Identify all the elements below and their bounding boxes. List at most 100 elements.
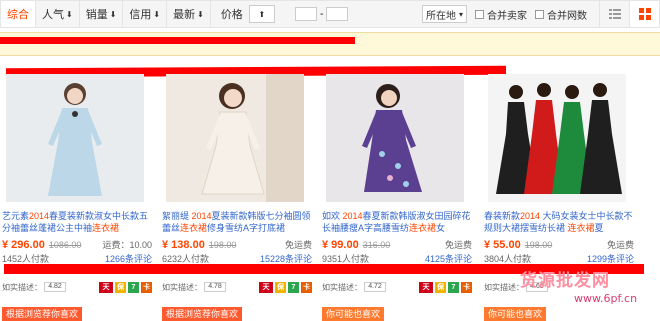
guarantee-icon[interactable]: 保 [275, 281, 286, 293]
merge-sellers-option[interactable]: 合并卖家 [475, 7, 527, 22]
price-row: ¥ 99.00 316.00 免运费 [322, 238, 472, 251]
list-view-icon [608, 9, 621, 19]
watermark-url: www.6pf.cn [574, 292, 638, 305]
product-image[interactable] [488, 74, 626, 202]
product-image[interactable] [6, 74, 144, 202]
shipping-fee: 免运费 [444, 240, 472, 250]
review-count-link[interactable]: 1299条评论 [587, 252, 634, 264]
sort-newest[interactable]: 最新 ⬇ [167, 1, 211, 27]
product-title[interactable]: 如欢 2014春夏新款韩版淑女田园碎花长袖腰瘦A字高腰雪纺连衣裙女 [322, 210, 472, 234]
price-row: ¥ 296.00 1086.00 运费：10.00 [2, 238, 152, 251]
product-photo [166, 74, 304, 202]
recommend-tag[interactable]: 根据浏览荐你喜欢 [2, 307, 83, 321]
title-text: 艺元素 [2, 211, 30, 221]
location-label: 所在地 [425, 10, 456, 22]
product-image[interactable] [326, 74, 464, 202]
credit-card-icon[interactable]: 卡 [301, 281, 312, 293]
sales-count: 1452人付款 [2, 254, 50, 264]
price-label: 价格 [220, 9, 243, 21]
sales-row: 6232人付款 15228条评论 [162, 252, 312, 264]
review-count-link[interactable]: 15228条评论 [260, 252, 312, 264]
sales-row: 9351人付款 4125条评论 [322, 252, 472, 264]
original-price: 198.00 [208, 240, 237, 250]
product-title[interactable]: 春装新款2014 大码女装女士中长款不规则大裙摆雪纺长裙 连衣裙夏 [484, 210, 634, 234]
sort-toolbar: 综合 人气 ⬇ 销量 ⬇ 信用 ⬇ 最新 ⬇ 价格 ⬆ - 所在地 ▾ 合并卖家 合并网数 [0, 0, 660, 28]
product-title[interactable]: 艺元素2014春夏装新款淑女中长款五分袖蕾丝蓬裙公主中袖连衣裙 [2, 210, 152, 234]
sort-label: 人气 [42, 9, 64, 21]
rating-label: 如实描述： [2, 282, 42, 292]
rating-label: 如实描述： [162, 282, 202, 292]
badges-row: 如实描述： 4.78 天 保 7 卡 [162, 280, 312, 294]
credit-card-icon[interactable]: 卡 [461, 281, 472, 293]
merge-stores-option[interactable]: 合并网数 [535, 7, 587, 22]
product-photo [6, 74, 144, 202]
price: ¥ 296.00 [2, 239, 45, 251]
watermark-logo: 货源批发网 [520, 271, 610, 291]
recommend-tag[interactable]: 根据浏览荐你喜欢 [162, 307, 243, 321]
tmall-icon[interactable]: 天 [99, 281, 113, 293]
chevron-down-icon: ▾ [458, 9, 463, 19]
product-image[interactable] [166, 74, 304, 202]
seven-day-return-icon[interactable]: 7 [128, 281, 139, 293]
guarantee-icon[interactable]: 保 [435, 281, 446, 293]
title-text: 絮丽缇 [162, 211, 192, 221]
product-photo [488, 74, 626, 202]
credit-card-icon[interactable]: 卡 [141, 281, 152, 293]
badges-row: 如实描述： 4.82 天 保 7 卡 [2, 280, 152, 294]
sales-count: 6232人付款 [162, 254, 210, 264]
price-max-input[interactable] [326, 7, 349, 21]
price-row: ¥ 138.00 198.00 免运费 [162, 238, 312, 251]
arrow-up-icon: ⬆ [258, 9, 266, 19]
rating-label: 如实描述： [484, 282, 524, 292]
sort-comprehensive[interactable]: 综合 [1, 1, 36, 27]
arrow-down-icon: ⬇ [66, 9, 73, 19]
merge-stores-label: 合并网数 [547, 10, 587, 22]
price: ¥ 55.00 [484, 239, 521, 251]
grid-view-icon [638, 8, 651, 20]
arrow-down-icon: ⬇ [109, 9, 117, 19]
product-photo [326, 74, 464, 202]
rating-value: 4.82 [44, 282, 66, 292]
recommend-tag[interactable]: 你可能也喜欢 [484, 307, 547, 321]
guarantee-icon[interactable]: 保 [115, 281, 126, 293]
sort-popularity[interactable]: 人气 ⬇ [36, 1, 80, 27]
grid-view-button[interactable] [629, 1, 659, 27]
list-view-button[interactable] [599, 1, 629, 27]
badges-row: 如实描述： 4.72 天 保 7 卡 [322, 280, 472, 294]
title-highlight: 连衣裙 [567, 223, 595, 233]
rating-value: 4.78 [204, 282, 226, 292]
merge-sellers-label: 合并卖家 [487, 10, 527, 22]
original-price: 1086.00 [48, 240, 82, 250]
title-text: 修身雪纺A字打底裙 [207, 223, 286, 233]
review-count-link[interactable]: 1266条评论 [105, 252, 152, 264]
rating-label: 如实描述： [322, 282, 362, 292]
sort-label: 最新 [173, 9, 196, 21]
price-sort-button[interactable]: ⬆ [248, 5, 275, 23]
product-title[interactable]: 絮丽缇 2014夏装新款韩版七分袖圆领蕾丝连衣裙修身雪纺A字打底裙 [162, 210, 312, 234]
location-select[interactable]: 所在地 ▾ [421, 5, 467, 23]
notice-bar [0, 32, 660, 56]
tmall-icon[interactable]: 天 [259, 281, 273, 293]
sort-label: 信用 [129, 9, 152, 21]
review-count-link[interactable]: 4125条评论 [425, 252, 472, 264]
sort-label: 销量 [85, 9, 108, 21]
seven-day-return-icon[interactable]: 7 [448, 281, 459, 293]
title-highlight: 2014 [191, 211, 212, 221]
recommend-tag[interactable]: 你可能也喜欢 [322, 307, 385, 321]
title-text: 春装新款 [484, 211, 521, 221]
seven-day-return-icon[interactable]: 7 [288, 281, 299, 293]
sales-count: 9351人付款 [322, 254, 370, 264]
original-price: 316.00 [362, 240, 391, 250]
merge-sellers-checkbox[interactable] [475, 9, 484, 19]
tmall-icon[interactable]: 天 [419, 281, 433, 293]
original-price: 198.00 [524, 240, 553, 250]
merge-stores-checkbox[interactable] [535, 9, 544, 19]
sort-sales[interactable]: 销量 ⬇ [80, 1, 124, 27]
sort-credit[interactable]: 信用 ⬇ [123, 1, 168, 27]
rating-value: 4.72 [364, 282, 386, 292]
title-highlight: 2014 [342, 211, 363, 221]
price-min-input[interactable] [294, 7, 317, 21]
arrow-down-icon: ⬇ [197, 9, 204, 19]
shipping-fee: 免运费 [606, 240, 634, 250]
title-text: 如欢 [322, 211, 343, 221]
